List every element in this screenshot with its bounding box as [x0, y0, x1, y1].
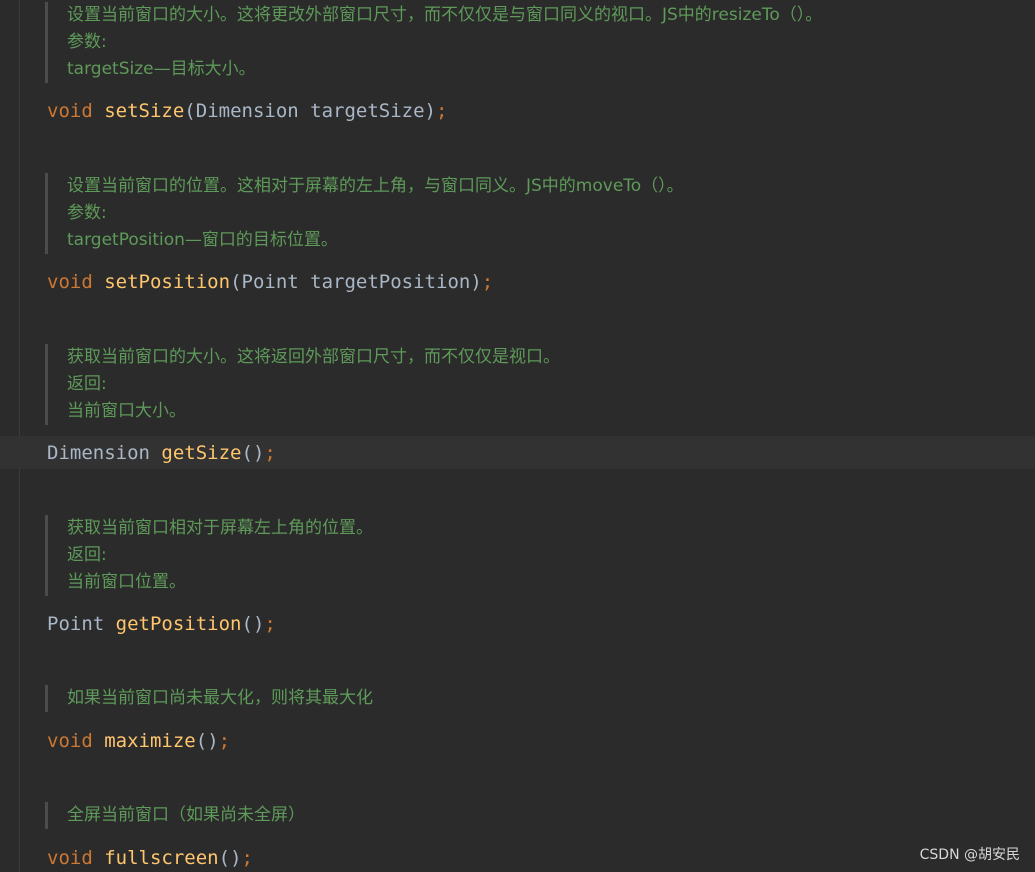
method-name[interactable]: fullscreen [104, 847, 218, 869]
doc-line: 返回: [67, 374, 107, 394]
doc-line: 如果当前窗口尚未最大化，则将其最大化 [67, 688, 373, 708]
method-name[interactable]: setSize [104, 100, 184, 122]
doc-line: 获取当前窗口的大小。这将返回外部窗口尺寸，而不仅仅是视口。 [67, 347, 560, 367]
semicolon: ; [436, 100, 448, 122]
close-paren: ) [230, 847, 242, 869]
doc-comment-setposition: 设置当前窗口的位置。这相对于屏幕的左上角，与窗口同义。JS中的moveTo（）。… [45, 173, 684, 254]
semicolon: ; [241, 847, 253, 869]
doc-comment-setsize: 设置当前窗口的大小。这将更改外部窗口尺寸，而不仅仅是与窗口同义的视口。JS中的r… [45, 2, 822, 83]
doc-comment-getsize: 获取当前窗口的大小。这将返回外部窗口尺寸，而不仅仅是视口。 返回: 当前窗口大小… [45, 344, 560, 425]
method-setposition[interactable]: void setPosition(Point targetPosition); [47, 270, 493, 294]
doc-line: targetPosition—窗口的目标位置。 [67, 230, 338, 250]
method-fullscreen[interactable]: void fullscreen(); [47, 846, 253, 870]
method-setsize[interactable]: void setSize(Dimension targetSize); [47, 99, 447, 123]
doc-line: 设置当前窗口的位置。这相对于屏幕的左上角，与窗口同义。JS中的moveTo（）。 [67, 176, 684, 196]
doc-line: 获取当前窗口相对于屏幕左上角的位置。 [67, 518, 373, 538]
csdn-watermark: CSDN @胡安民 [919, 847, 1020, 863]
semicolon: ; [218, 730, 231, 752]
return-type: void [47, 271, 93, 293]
method-name[interactable]: getSize [161, 442, 241, 464]
method-name[interactable]: setPosition [104, 271, 230, 293]
close-paren: ) [207, 730, 219, 752]
doc-comment-fullscreen: 全屏当前窗口（如果尚未全屏） [45, 802, 305, 829]
return-type: Dimension [47, 442, 150, 464]
semicolon: ; [481, 271, 494, 293]
param-name: targetPosition [310, 271, 471, 293]
return-type: void [47, 730, 93, 752]
open-paren: ( [241, 442, 253, 464]
param-name: targetSize [310, 100, 425, 122]
method-maximize[interactable]: void maximize(); [47, 729, 230, 753]
close-paren: ) [252, 442, 265, 464]
return-type: void [47, 100, 93, 122]
doc-line: 返回: [67, 545, 107, 565]
return-type: void [47, 847, 93, 869]
doc-line: targetSize—目标大小。 [67, 59, 256, 79]
close-paren: ) [470, 271, 482, 293]
doc-line: 设置当前窗口的大小。这将更改外部窗口尺寸，而不仅仅是与窗口同义的视口。JS中的r… [67, 5, 823, 25]
open-paren: ( [218, 847, 231, 869]
open-paren: ( [230, 271, 242, 293]
open-paren: ( [241, 613, 253, 635]
method-name[interactable]: maximize [104, 730, 196, 752]
method-getposition[interactable]: Point getPosition(); [47, 612, 276, 636]
doc-line: 全屏当前窗口（如果尚未全屏） [67, 805, 305, 825]
doc-line: 当前窗口位置。 [67, 572, 186, 592]
open-paren: ( [195, 730, 208, 752]
semicolon: ; [264, 442, 276, 464]
doc-line: 参数: [67, 203, 107, 223]
method-getsize[interactable]: Dimension getSize(); [47, 441, 276, 465]
param-type: Dimension [195, 100, 299, 122]
param-type: Point [241, 271, 299, 293]
close-paren: ) [424, 100, 436, 122]
doc-line: 当前窗口大小。 [67, 401, 186, 421]
doc-comment-maximize: 如果当前窗口尚未最大化，则将其最大化 [45, 685, 373, 712]
doc-line: 参数: [67, 32, 107, 52]
semicolon: ; [264, 613, 276, 635]
close-paren: ) [252, 613, 265, 635]
method-name[interactable]: getPosition [116, 613, 242, 635]
return-type: Point [47, 613, 105, 635]
doc-comment-getposition: 获取当前窗口相对于屏幕左上角的位置。 返回: 当前窗口位置。 [45, 515, 373, 596]
open-paren: ( [184, 100, 196, 122]
